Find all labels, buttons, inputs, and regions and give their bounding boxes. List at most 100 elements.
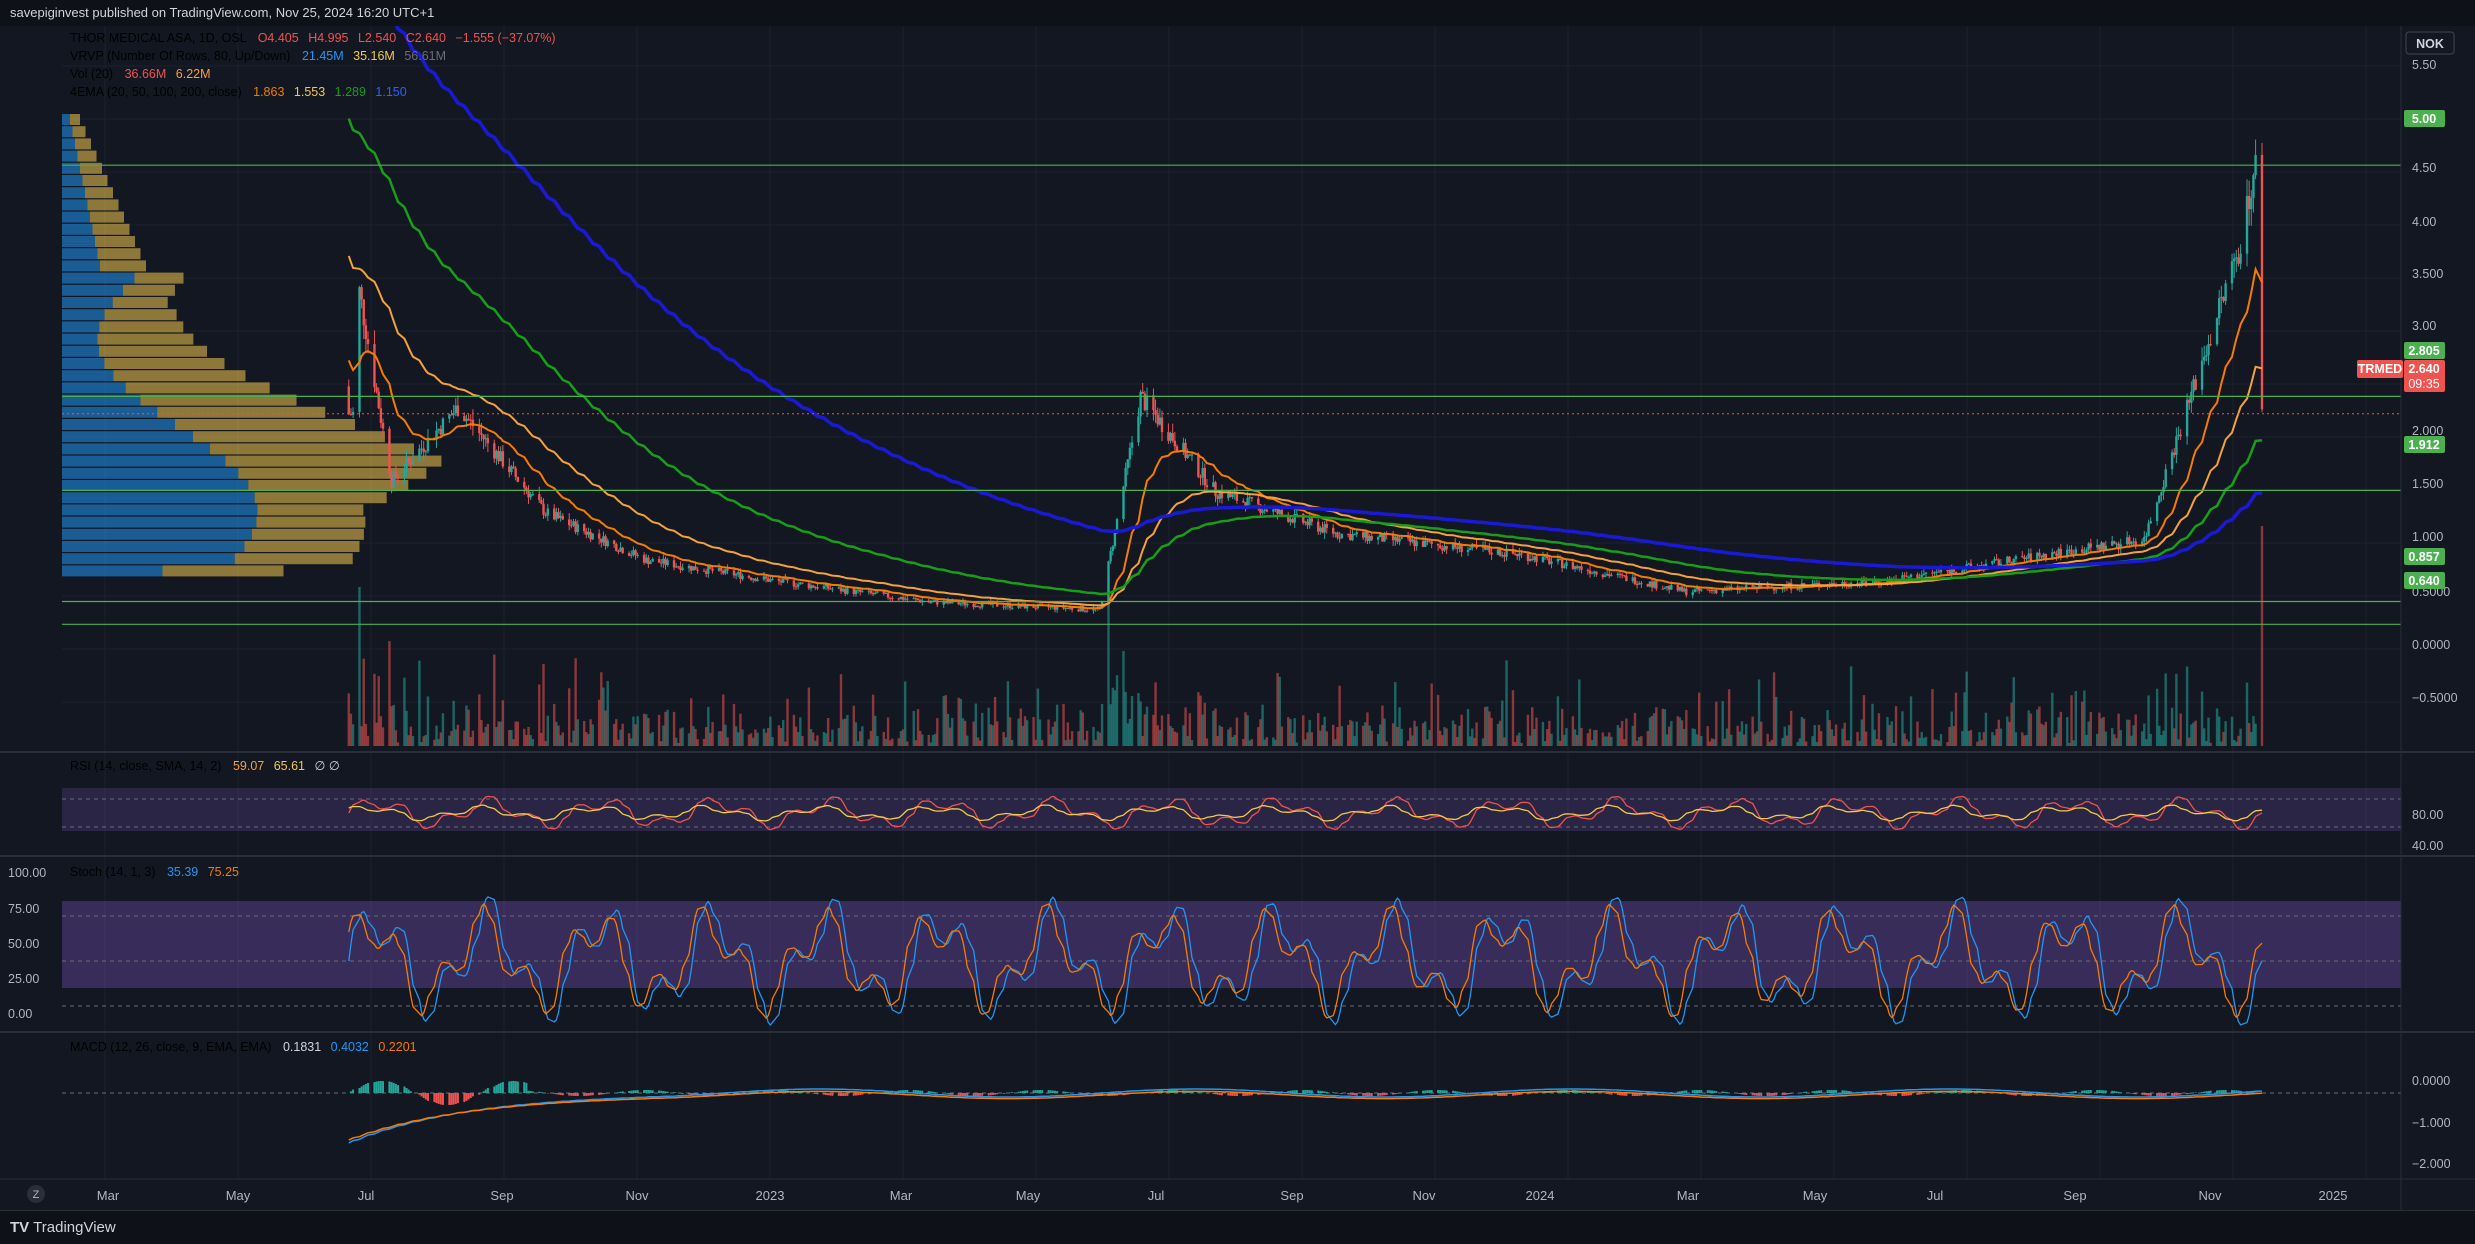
macd-hist-bar xyxy=(1381,1093,1383,1095)
volume-bar xyxy=(1261,705,1263,746)
volume-bar xyxy=(949,728,951,746)
candle-body xyxy=(587,532,589,535)
macd-hist-bar xyxy=(1816,1091,1818,1093)
volume-bar xyxy=(1617,725,1619,746)
candle-body xyxy=(1409,538,1411,542)
candle-body xyxy=(604,536,606,546)
candle-body xyxy=(889,598,891,599)
volume-bar xyxy=(1576,735,1578,746)
candle-body xyxy=(1379,534,1381,537)
candle-body xyxy=(1319,528,1321,532)
candle-body xyxy=(2025,558,2027,559)
candle-body xyxy=(517,477,519,482)
volume-bar xyxy=(1850,666,1852,746)
volume-bar xyxy=(1736,726,1738,746)
volume-bar xyxy=(1784,727,1786,746)
price-tag-5: 5.00 xyxy=(2404,110,2445,127)
time-tick-label: Mar xyxy=(1677,1188,1700,1203)
volume-bar xyxy=(1475,722,1477,746)
macd-hist-bar xyxy=(844,1093,846,1096)
macd-hist-bar xyxy=(2158,1093,2160,1096)
volume-bar xyxy=(1362,726,1364,746)
macd-hist-bar xyxy=(453,1093,455,1105)
volume-bar xyxy=(2205,741,2207,746)
volume-bar xyxy=(1655,707,1657,746)
vrvp-up xyxy=(62,468,238,479)
volume-bar xyxy=(1323,717,1325,746)
volume-bar xyxy=(527,727,529,746)
volume-bar xyxy=(1092,727,1094,746)
volume-bar xyxy=(382,727,384,746)
candle-body xyxy=(2038,553,2040,556)
volume-bar xyxy=(1565,728,1567,746)
candle-body xyxy=(1548,558,1550,564)
macd-hist-bar xyxy=(932,1092,934,1093)
vrvp-up xyxy=(62,273,135,284)
volume-bar xyxy=(450,731,452,746)
volume-bar xyxy=(2085,735,2087,746)
volume-bar xyxy=(808,688,810,746)
vrvp-up xyxy=(62,212,90,223)
volume-bar xyxy=(1159,730,1161,746)
currency-button[interactable]: NOK xyxy=(2406,32,2454,54)
candle-body xyxy=(1129,448,1131,460)
volume-bar xyxy=(2222,732,2224,746)
volume-bar xyxy=(1287,717,1289,746)
volume-bar xyxy=(1319,731,1321,746)
candle-body xyxy=(720,568,722,571)
volume-bar xyxy=(829,742,831,746)
candle-body xyxy=(2090,543,2092,547)
candle-body xyxy=(1931,572,1933,573)
macd-hist-bar xyxy=(406,1088,408,1093)
volume-bar xyxy=(1580,728,1582,746)
candle-body xyxy=(500,451,502,461)
volume-bar xyxy=(696,739,698,746)
candle-body xyxy=(1356,532,1358,534)
candle-body xyxy=(559,516,561,518)
macd-hist-bar xyxy=(1921,1093,1923,1094)
candle-body xyxy=(662,559,664,564)
vrvp-up xyxy=(62,443,210,454)
candle-body xyxy=(2190,392,2192,403)
macd-hist-bar xyxy=(397,1085,399,1093)
macd-hist-bar xyxy=(2145,1093,2147,1095)
macd-hist-bar xyxy=(395,1084,397,1093)
volume-bar xyxy=(981,713,983,746)
candle-body xyxy=(1574,566,1576,569)
volume-bar xyxy=(2164,673,2166,746)
candle-body xyxy=(1306,522,1308,526)
volume-bar xyxy=(741,730,743,746)
chart-canvas[interactable]: THOR MEDICAL ASA, 1D, OSL O4.405 H4.995 … xyxy=(0,26,2475,1210)
volume-bar xyxy=(1891,721,1893,746)
candle-body xyxy=(1199,477,1201,478)
macd-hist-bar xyxy=(598,1093,600,1095)
candle-body xyxy=(1424,540,1426,546)
tradingview-logo[interactable]: TVTradingView xyxy=(10,1219,116,1236)
volume-bar xyxy=(1589,729,1591,746)
volume-bar xyxy=(1790,711,1792,746)
volume-bar xyxy=(574,658,576,746)
candle-body xyxy=(675,566,677,567)
candle-body xyxy=(1518,553,1520,556)
volume-bar xyxy=(348,693,350,746)
volume-bar xyxy=(433,740,435,746)
volume-bar xyxy=(2141,731,2143,746)
candle-body xyxy=(1527,553,1529,561)
volume-bar xyxy=(1077,731,1079,746)
volume-bar xyxy=(585,732,587,746)
volume-bar xyxy=(2186,666,2188,746)
zoom-button[interactable]: Z xyxy=(27,1185,45,1203)
macd-hist-bar xyxy=(1215,1093,1217,1094)
volume-bar xyxy=(1471,729,1473,746)
macd-hist-bar xyxy=(1033,1090,1035,1093)
candle-body xyxy=(658,559,660,563)
time-tick-label: Sep xyxy=(1280,1188,1303,1203)
macd-hist-bar xyxy=(990,1093,992,1095)
volume-bar xyxy=(1394,682,1396,746)
candle-body xyxy=(482,435,484,439)
macd-hist-bar xyxy=(1681,1091,1683,1093)
macd-hist-bar xyxy=(1227,1093,1229,1096)
volume-bar xyxy=(2252,716,2254,746)
candle-body xyxy=(855,590,857,594)
macd-hist-bar xyxy=(2210,1091,2212,1093)
